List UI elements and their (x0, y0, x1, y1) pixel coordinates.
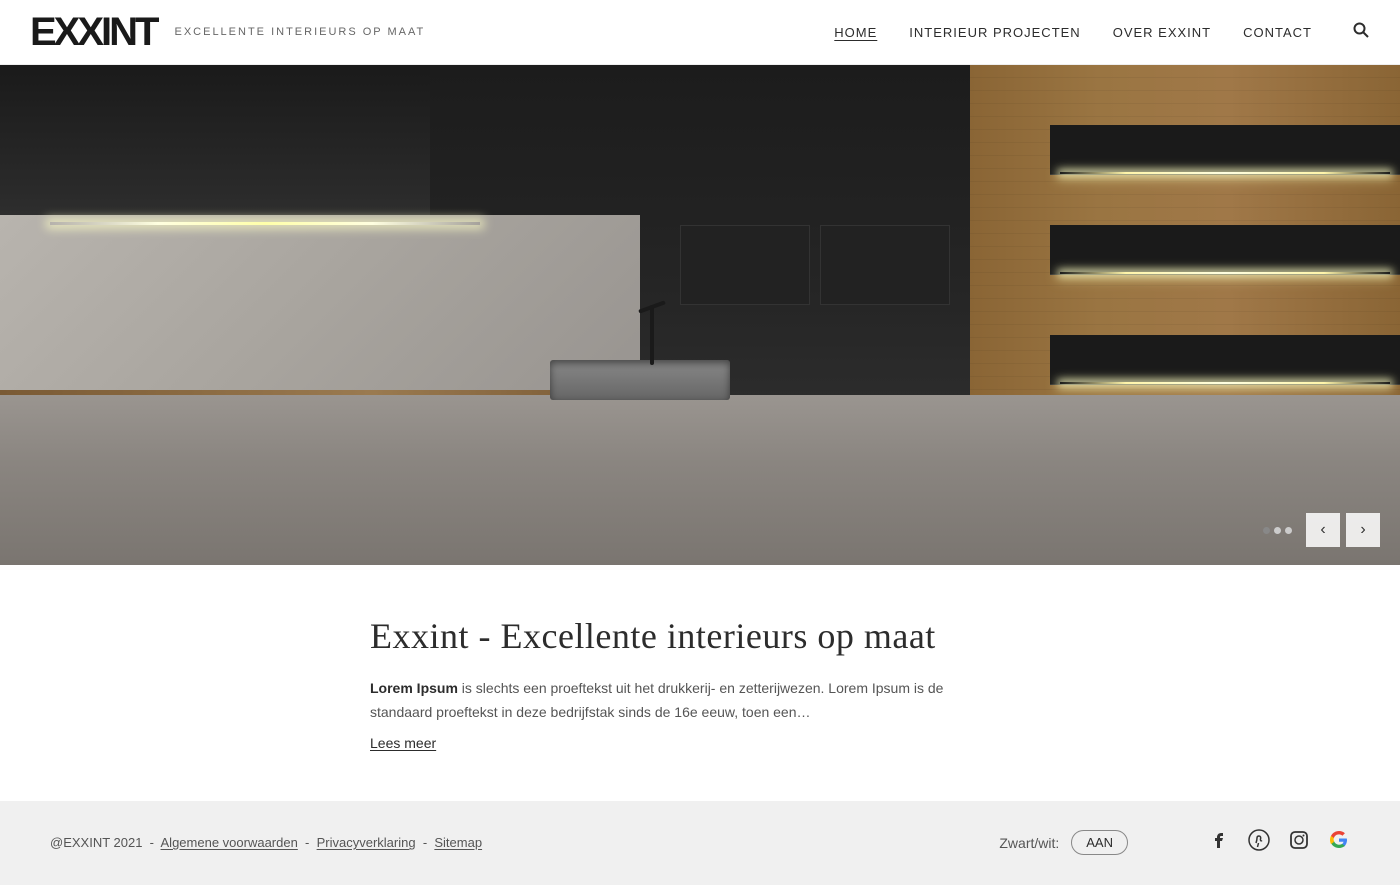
hero-prev-button[interactable]: ‹ (1306, 513, 1340, 547)
theme-label: Zwart/wit: (999, 835, 1059, 851)
footer-theme: Zwart/wit: AAN (999, 830, 1128, 855)
hero-dot-3[interactable] (1285, 527, 1292, 534)
footer-social (1208, 829, 1350, 857)
intro-text: Lorem Ipsum is slechts een proeftekst ui… (370, 677, 950, 725)
header: EXXINT EXCELLENTE INTERIEURS OP MAAT HOM… (0, 0, 1400, 65)
hero-dot-2[interactable] (1274, 527, 1281, 534)
footer: @EXXINT 2021 - Algemene voorwaarden - Pr… (0, 801, 1400, 885)
main-nav: HOME INTERIEUR PROJECTEN OVER EXXINT CON… (834, 21, 1370, 44)
theme-toggle-button[interactable]: AAN (1071, 830, 1128, 855)
tagline: EXCELLENTE INTERIEURS OP MAAT (174, 26, 425, 38)
footer-terms-link[interactable]: Algemene voorwaarden (161, 835, 298, 850)
led-strip-3 (1060, 382, 1390, 384)
search-icon (1352, 21, 1370, 39)
hero-dots (1263, 527, 1292, 534)
backsplash-light (50, 222, 480, 225)
open-shelf-1 (820, 225, 950, 305)
nav-home[interactable]: HOME (834, 25, 877, 40)
search-button[interactable] (1352, 21, 1370, 44)
google-icon[interactable] (1328, 829, 1350, 857)
footer-sitemap-link[interactable]: Sitemap (434, 835, 482, 850)
counter-top (0, 395, 1400, 565)
kitchen-sink (550, 360, 730, 400)
intro-bold: Lorem Ipsum (370, 680, 458, 696)
hero-section: ‹ › (0, 65, 1400, 565)
hero-dot-1[interactable] (1263, 527, 1270, 534)
open-shelf-2 (680, 225, 810, 305)
backsplash (0, 215, 640, 395)
nav-contact[interactable]: CONTACT (1243, 25, 1312, 40)
logo-area: EXXINT EXCELLENTE INTERIEURS OP MAAT (30, 12, 425, 52)
hero-next-button[interactable]: › (1346, 513, 1380, 547)
footer-copyright: @EXXINT 2021 - Algemene voorwaarden - Pr… (50, 835, 482, 850)
hero-navigation: ‹ › (1263, 513, 1380, 547)
read-more-link[interactable]: Lees meer (370, 735, 1370, 751)
kitchen-faucet (650, 305, 654, 365)
footer-privacy-link[interactable]: Privacyverklaring (317, 835, 416, 850)
page-title: Exxint - Excellente interieurs op maat (370, 615, 1370, 657)
shelf-top (1050, 125, 1400, 175)
nav-about[interactable]: OVER EXXINT (1113, 25, 1211, 40)
facebook-icon[interactable] (1208, 829, 1230, 857)
shelf-mid (1050, 225, 1400, 275)
nav-projects[interactable]: INTERIEUR PROJECTEN (909, 25, 1080, 40)
shelf-lower (1050, 335, 1400, 385)
pinterest-icon[interactable] (1248, 829, 1270, 857)
led-strip-2 (1060, 272, 1390, 274)
instagram-icon[interactable] (1288, 829, 1310, 857)
content-section: Exxint - Excellente interieurs op maat L… (0, 565, 1400, 801)
hero-image (0, 65, 1400, 565)
logo[interactable]: EXXINT (30, 12, 156, 52)
led-strip-1 (1060, 172, 1390, 174)
